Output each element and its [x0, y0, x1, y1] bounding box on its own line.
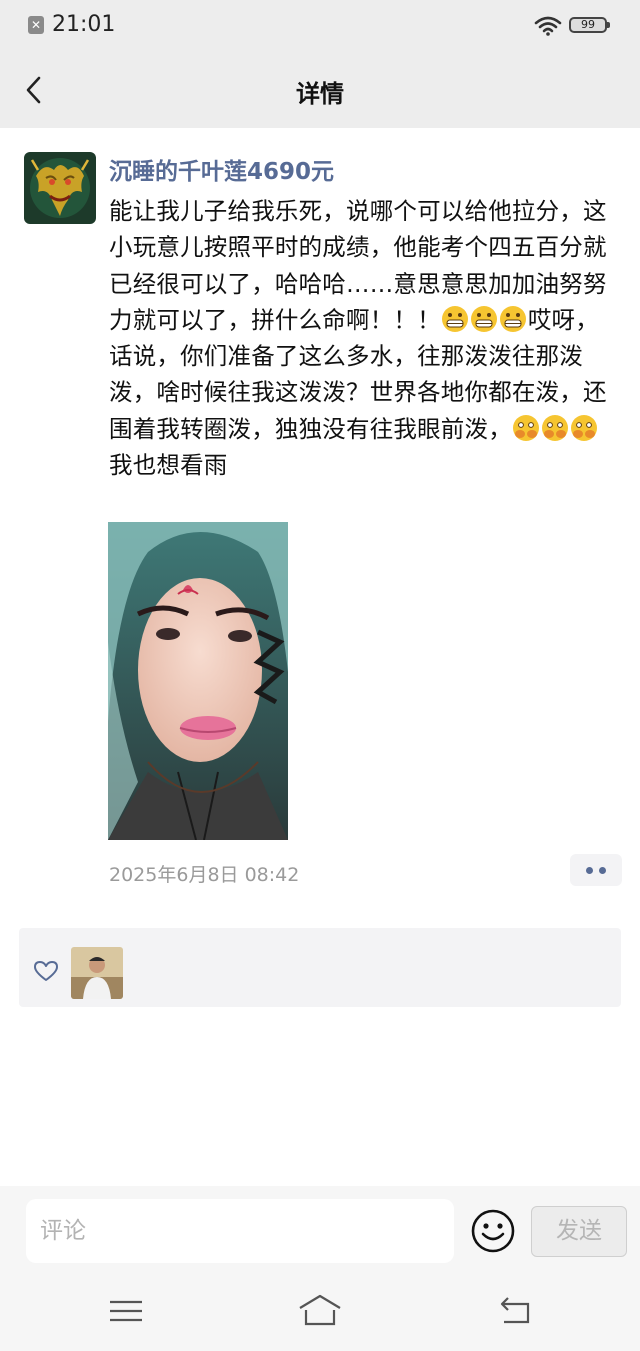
comment-input[interactable] — [26, 1199, 454, 1263]
peek-emoji — [541, 414, 568, 441]
peek-emoji — [512, 414, 539, 441]
home-icon[interactable] — [298, 1294, 342, 1328]
post-text: 能让我儿子给我乐死，说哪个可以给他拉分，这小玩意儿按照平时的成绩，他能考个四五百… — [109, 193, 619, 483]
author-name[interactable]: 沉睡的千叶莲4690元 — [109, 152, 334, 186]
more-button[interactable] — [570, 854, 622, 886]
status-bar: ✕ 21:01 99 — [0, 0, 640, 52]
heart-outline-icon — [34, 961, 58, 981]
page-title: 详情 — [296, 80, 344, 108]
title-bar: 详情 — [0, 52, 640, 128]
selfie-photo — [108, 522, 288, 840]
grimace-emoji — [441, 305, 468, 332]
post-timestamp: 2025年6月8日 08:42 — [109, 864, 300, 886]
liker-avatar[interactable] — [71, 947, 123, 999]
comment-bar: 发送 — [0, 1186, 640, 1280]
more-dots-icon-dot — [599, 866, 606, 874]
back-arrow-icon[interactable] — [494, 1294, 538, 1328]
grimace-emoji — [499, 305, 526, 332]
likes-panel — [19, 928, 621, 1007]
more-dots-icon — [586, 866, 593, 874]
grimace-emoji — [470, 305, 497, 332]
send-button[interactable]: 发送 — [531, 1206, 627, 1257]
post-image[interactable] — [108, 522, 288, 840]
author-avatar[interactable] — [24, 152, 96, 224]
smiley-icon[interactable] — [470, 1208, 516, 1254]
wifi-icon — [534, 16, 562, 36]
status-time: 21:01 — [52, 12, 116, 37]
post-text-part-3: 我也想看雨 — [109, 451, 228, 480]
navigation-bar — [0, 1280, 640, 1351]
menu-icon[interactable] — [104, 1294, 148, 1328]
liker-avatar-photo — [71, 947, 123, 999]
battery-icon: 99 — [569, 17, 610, 33]
golden-dragon-avatar — [24, 152, 96, 224]
peek-emoji — [570, 414, 597, 441]
close-notification-icon: ✕ — [28, 16, 44, 34]
